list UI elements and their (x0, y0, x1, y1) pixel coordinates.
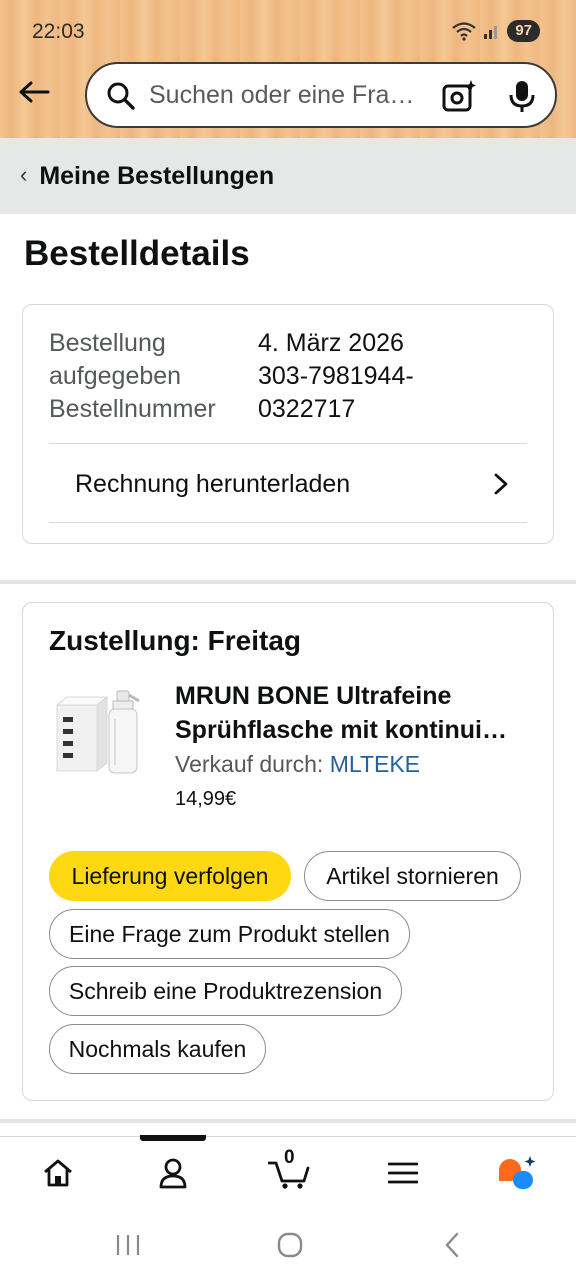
order-number-label: Bestellnummer (49, 395, 216, 423)
status-icons: 97 (451, 20, 540, 42)
order-placed-date: 4. März 2026 (258, 329, 404, 357)
order-number-line-2: 0322717 (258, 395, 356, 423)
product-title-line-1: MRUN BONE Ultrafeine (175, 682, 452, 710)
bottom-navigation: 0 (0, 1135, 576, 1208)
seller-prefix: Verkauf durch: (175, 751, 330, 777)
buy-again-button[interactable]: Nochmals kaufen (49, 1024, 266, 1074)
order-placed-label-1: Bestellung (49, 329, 166, 357)
system-navigation (0, 1208, 576, 1280)
battery-icon: 97 (507, 20, 540, 42)
rufus-icon[interactable] (496, 1151, 540, 1195)
back-button-icon[interactable] (432, 1230, 472, 1260)
breadcrumb-label: Meine Bestellungen (39, 161, 275, 190)
seller-info: Verkauf durch: MLTEKE (175, 751, 420, 778)
divider (49, 443, 527, 444)
search-icon (107, 82, 135, 110)
product-price: 14,99€ (175, 788, 237, 810)
download-invoice-label: Rechnung herunterladen (75, 469, 351, 498)
delivery-card: Zustellung: Freitag MRUN BONE Ultrafeine… (22, 602, 554, 1101)
camera-icon[interactable] (441, 78, 477, 114)
chevron-left-icon: ‹ (20, 161, 28, 187)
order-info-card: Bestellung aufgegeben Bestellnummer 4. M… (22, 304, 554, 544)
wifi-icon (452, 22, 477, 41)
cart-count: 0 (284, 1147, 295, 1168)
home-icon[interactable] (36, 1151, 80, 1195)
menu-icon[interactable] (381, 1151, 425, 1195)
cart-icon[interactable]: 0 (266, 1147, 312, 1195)
app-header: 22:03 97 Suchen oder eine Fra… (0, 0, 576, 138)
search-input[interactable]: Suchen oder eine Fra… (149, 81, 429, 110)
ask-question-button[interactable]: Eine Frage zum Produkt stellen (49, 909, 410, 959)
account-icon[interactable] (151, 1151, 195, 1195)
search-bar[interactable]: Suchen oder eine Fra… (85, 62, 557, 128)
home-button-icon[interactable] (270, 1230, 310, 1260)
status-time: 22:03 (32, 20, 85, 43)
section-divider (0, 580, 576, 584)
chevron-right-icon (494, 473, 508, 495)
order-info-labels: Bestellung aufgegeben Bestellnummer (49, 327, 216, 426)
write-review-button[interactable]: Schreib eine Produktrezension (49, 966, 402, 1016)
order-placed-label-2: aufgegeben (49, 362, 182, 390)
breadcrumb[interactable]: ‹ Meine Bestellungen (0, 138, 576, 214)
page-title: Bestelldetails (24, 234, 250, 273)
recent-apps-icon[interactable] (108, 1230, 148, 1260)
cancel-item-button[interactable]: Artikel stornieren (304, 851, 521, 901)
product-title-line-2: Sprühflasche mit kontinui… (175, 716, 507, 744)
product-title[interactable]: MRUN BONE Ultrafeine Sprühflasche mit ko… (175, 679, 535, 747)
product-image[interactable] (53, 683, 145, 781)
section-divider (0, 1119, 576, 1123)
order-number-line-1: 303-7981944- (258, 362, 414, 390)
divider (49, 522, 527, 523)
order-info-values: 4. März 2026 303-7981944- 0322717 (258, 327, 414, 426)
microphone-icon[interactable] (507, 78, 537, 114)
active-tab-indicator (140, 1135, 206, 1141)
download-invoice-row[interactable]: Rechnung herunterladen (49, 445, 527, 523)
seller-link[interactable]: MLTEKE (330, 751, 420, 777)
delivery-title: Zustellung: Freitag (49, 625, 301, 656)
signal-icon (484, 26, 498, 39)
track-delivery-button[interactable]: Lieferung verfolgen (49, 851, 291, 901)
back-arrow-icon[interactable] (16, 74, 52, 110)
